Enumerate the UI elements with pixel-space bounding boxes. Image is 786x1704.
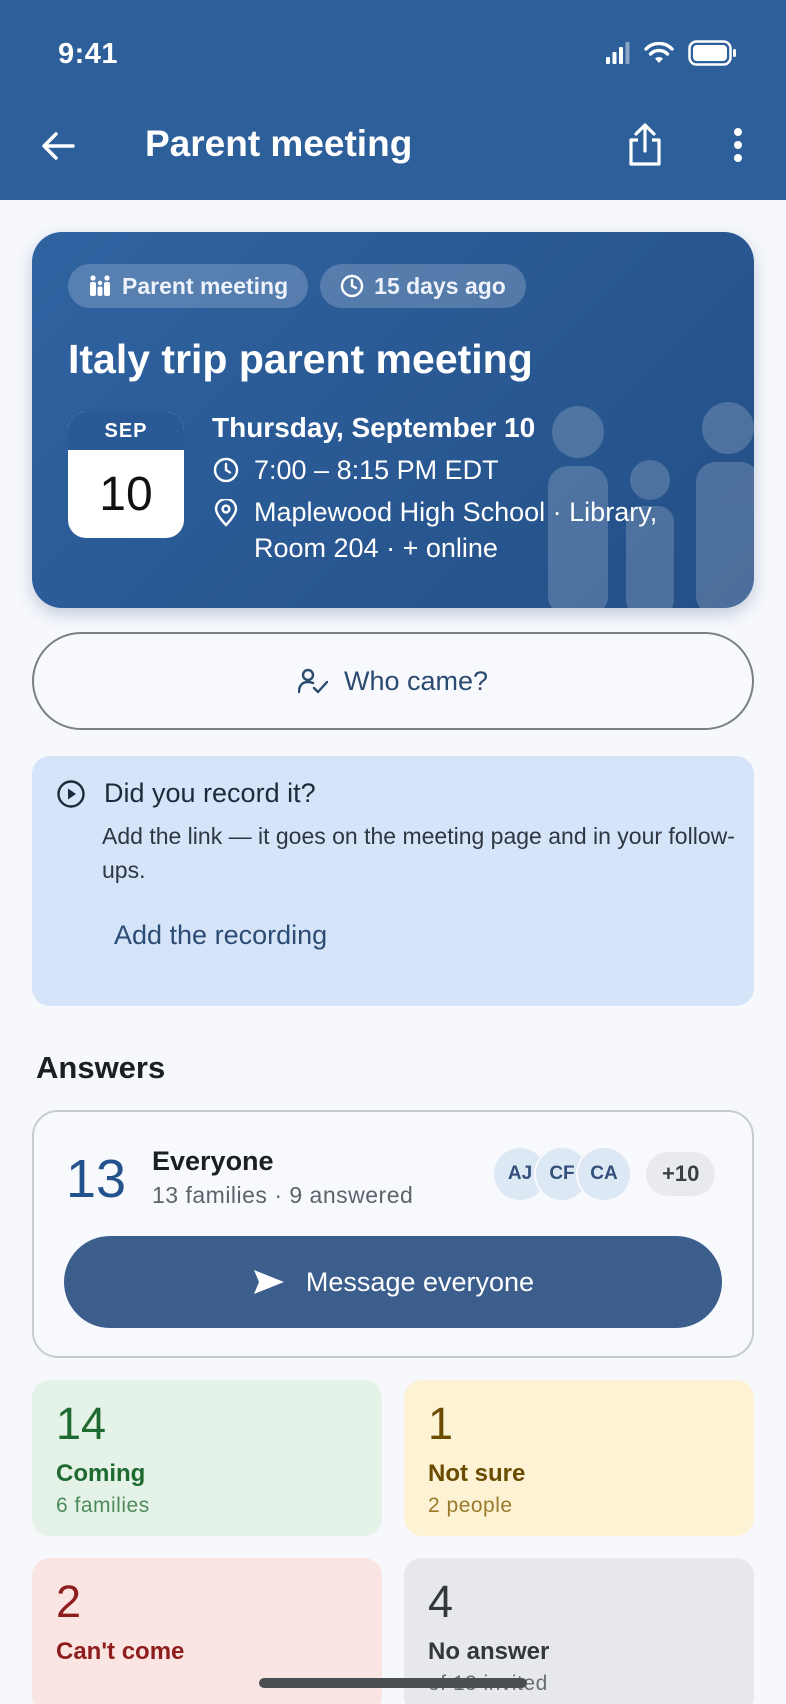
avatar-stack: AJ CF CA +10 — [492, 1146, 716, 1202]
more-options-button[interactable] — [716, 120, 760, 170]
who-came-label: Who came? — [343, 665, 489, 696]
share-button[interactable] — [620, 118, 670, 172]
app-bar: 9:41 Parent meeting — [0, 0, 786, 200]
answers-heading: Answers — [36, 1050, 166, 1085]
event-card: Parent meeting 15 days ago Italy trip pa… — [32, 232, 754, 608]
clock-icon — [340, 274, 364, 298]
status-time: 9:41 — [58, 38, 119, 70]
recording-description: Add the link — it goes on the meeting pa… — [102, 823, 735, 883]
chip-time-ago: 15 days ago — [320, 264, 526, 308]
toolbar: Parent meeting — [0, 110, 786, 180]
more-avatars-badge: +10 — [646, 1152, 716, 1196]
stat-coming[interactable]: 14 Coming 6 families — [32, 1380, 382, 1536]
everyone-title: Everyone — [152, 1146, 274, 1176]
chip-meeting-type-label: Parent meeting — [122, 272, 289, 299]
date-day: 10 — [99, 467, 153, 521]
stat-coming-count: 14 — [56, 1398, 107, 1449]
arrow-left-icon — [42, 132, 75, 160]
battery-icon — [688, 40, 736, 66]
stat-no-answer-label: No answer — [428, 1638, 550, 1665]
stat-not-sure-label: Not sure — [428, 1460, 526, 1487]
stat-not-sure-sub: 2 people — [428, 1494, 513, 1517]
more-vertical-icon — [734, 128, 742, 162]
event-location: Maplewood High School · Library, Room 20… — [254, 497, 658, 563]
event-time-row: 7:00 – 8:15 PM EDT — [212, 452, 732, 488]
stat-not-sure[interactable]: 1 Not sure 2 people — [404, 1380, 754, 1536]
stat-coming-sub: 6 families — [56, 1494, 150, 1517]
event-day: Thursday, September 10 — [212, 412, 536, 443]
status-icons — [606, 40, 738, 66]
everyone-subtitle: 13 families · 9 answered — [152, 1182, 414, 1208]
chip-meeting-type: Parent meeting — [68, 264, 309, 308]
back-button[interactable] — [36, 124, 80, 168]
event-time: 7:00 – 8:15 PM EDT — [254, 455, 499, 485]
share-icon — [629, 123, 661, 166]
avatar: CA — [576, 1146, 632, 1202]
event-details: Thursday, September 10 7:00 – 8:15 PM ED… — [212, 412, 732, 572]
stat-not-sure-count: 1 — [428, 1398, 454, 1449]
location-pin-icon — [214, 499, 238, 527]
date-month: SEP — [68, 412, 184, 450]
send-icon — [253, 1270, 284, 1294]
clock-icon — [213, 457, 239, 483]
recording-card: Did you record it? Add the link — it goe… — [32, 756, 754, 1006]
home-indicator — [259, 1678, 527, 1688]
who-came-button[interactable]: Who came? — [32, 632, 754, 730]
wifi-icon — [644, 42, 674, 63]
everyone-card[interactable]: 13 Everyone 13 families · 9 answered AJ … — [32, 1110, 754, 1358]
signal-icon — [606, 42, 630, 64]
message-everyone-button[interactable]: Message everyone — [64, 1236, 722, 1328]
stat-no-answer-count: 4 — [428, 1576, 454, 1627]
page-title: Parent meeting — [145, 123, 413, 164]
event-location-row: Maplewood High School · Library, Room 20… — [212, 494, 732, 566]
play-circle-icon — [57, 779, 85, 808]
person-check-icon — [297, 668, 328, 694]
family-icon — [90, 275, 110, 296]
add-recording-button[interactable]: Add the recording — [114, 920, 327, 951]
stat-cant-come-label: Can't come — [56, 1638, 185, 1665]
everyone-count: 13 — [66, 1149, 127, 1209]
recording-title: Did you record it? — [104, 778, 316, 808]
stat-cant-come-count: 2 — [56, 1576, 82, 1627]
date-tile: SEP 10 — [68, 412, 184, 538]
event-title: Italy trip parent meeting — [68, 336, 533, 382]
message-everyone-label: Message everyone — [305, 1266, 535, 1297]
event-chips: Parent meeting 15 days ago — [68, 264, 526, 308]
recording-heading-row: Did you record it? — [56, 778, 730, 809]
stat-coming-label: Coming — [56, 1460, 146, 1487]
chip-time-ago-label: 15 days ago — [374, 272, 506, 299]
